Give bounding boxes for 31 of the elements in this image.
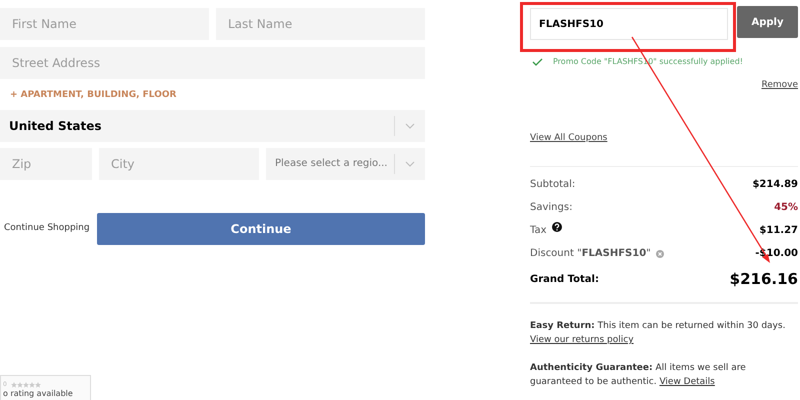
chevron-down-icon bbox=[405, 160, 415, 166]
summary-label: Savings: bbox=[530, 201, 572, 215]
summary-label: Discount "FLASHFS10" bbox=[530, 247, 651, 261]
info-note: Easy Return: This item can be returned within 30 days. View our returns policy bbox=[530, 320, 786, 347]
note-link[interactable]: View Details bbox=[659, 377, 715, 387]
continue-shopping-link[interactable]: Continue Shopping bbox=[0, 222, 87, 236]
promo-code-field[interactable]: FLASHFS10 bbox=[530, 8, 728, 40]
zip-field[interactable]: Zip bbox=[0, 148, 92, 180]
first-name-field[interactable]: First Name bbox=[0, 8, 209, 40]
continue-button[interactable]: Continue bbox=[97, 212, 425, 244]
summary-label: Subtotal: bbox=[530, 178, 576, 192]
summary-label: Tax bbox=[530, 224, 546, 238]
info-note: Authenticity Guarantee: All items we sell are guaranteed to be authentic. View Details bbox=[530, 362, 747, 389]
street-address-field[interactable]: Street Address bbox=[0, 47, 425, 79]
view-all-coupons-link[interactable]: View All Coupons bbox=[530, 132, 608, 145]
summary-value: 45% bbox=[774, 201, 798, 215]
grand-total-value: $216.16 bbox=[730, 268, 798, 290]
summary-value: $11.27 bbox=[759, 224, 798, 238]
city-field[interactable]: City bbox=[99, 148, 259, 180]
chevron-down-icon bbox=[405, 122, 415, 128]
rating-text: o rating available bbox=[3, 389, 74, 399]
summary-value: $214.89 bbox=[752, 178, 798, 192]
help-icon[interactable] bbox=[552, 222, 562, 232]
note-link[interactable]: View our returns policy bbox=[530, 335, 634, 345]
remove-link[interactable]: Remove bbox=[761, 79, 798, 92]
apply-button[interactable]: Apply bbox=[737, 6, 798, 38]
region-select[interactable]: Please select a regio... bbox=[266, 148, 425, 180]
check-icon bbox=[532, 58, 543, 66]
country-select[interactable]: United States bbox=[0, 110, 425, 142]
grand-total-label: Grand Total: bbox=[530, 272, 599, 286]
last-name-field[interactable]: Last Name bbox=[216, 8, 425, 40]
